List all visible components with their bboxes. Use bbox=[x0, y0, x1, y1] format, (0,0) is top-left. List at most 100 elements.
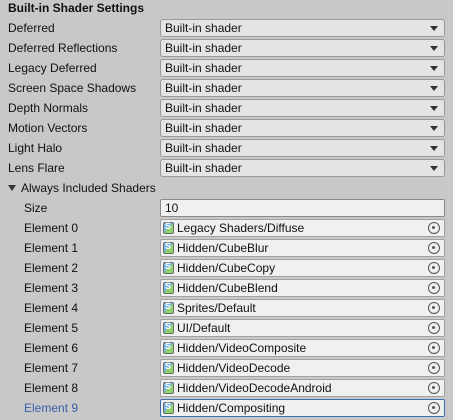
always-included-label: Always Included Shaders bbox=[21, 181, 156, 195]
setting-row: Depth Normals Built-in shader bbox=[8, 98, 447, 118]
dropdown-arrow-icon bbox=[430, 145, 438, 151]
element-label: Element 4 bbox=[24, 301, 79, 315]
object-picker-icon[interactable] bbox=[428, 382, 440, 394]
shader-name: Hidden/CubeBlend bbox=[177, 281, 278, 295]
setting-row: Motion Vectors Built-in shader bbox=[8, 118, 447, 138]
dropdown-value: Built-in shader bbox=[165, 161, 242, 175]
shader-name: Hidden/VideoDecode bbox=[177, 361, 291, 375]
shader-file-icon bbox=[163, 241, 174, 254]
setting-label: Motion Vectors bbox=[8, 121, 88, 135]
dropdown-value: Built-in shader bbox=[165, 21, 242, 35]
dropdown-value: Built-in shader bbox=[165, 101, 242, 115]
object-picker-icon[interactable] bbox=[428, 342, 440, 354]
foldout-triangle-icon[interactable] bbox=[8, 185, 16, 191]
dropdown-arrow-icon bbox=[430, 165, 438, 171]
setting-row: Deferred Built-in shader bbox=[8, 18, 447, 38]
shader-element-row: Element 1 Hidden/CubeBlur bbox=[8, 238, 447, 258]
shader-object-field[interactable]: Sprites/Default bbox=[160, 299, 445, 317]
shader-file-icon bbox=[163, 341, 174, 354]
element-label: Element 3 bbox=[24, 281, 79, 295]
setting-row: Screen Space Shadows Built-in shader bbox=[8, 78, 447, 98]
shader-file-icon bbox=[163, 261, 174, 274]
element-label: Element 6 bbox=[24, 341, 79, 355]
built-in-shader-settings-panel: Built-in Shader Settings Deferred Built-i… bbox=[0, 0, 453, 420]
shader-dropdown[interactable]: Built-in shader bbox=[160, 159, 445, 177]
dropdown-value: Built-in shader bbox=[165, 141, 242, 155]
element-label: Element 5 bbox=[24, 321, 79, 335]
shader-dropdown[interactable]: Built-in shader bbox=[160, 19, 445, 37]
shader-element-row: Element 0 Legacy Shaders/Diffuse bbox=[8, 218, 447, 238]
setting-row: Light Halo Built-in shader bbox=[8, 138, 447, 158]
shader-dropdown[interactable]: Built-in shader bbox=[160, 79, 445, 97]
shader-dropdown[interactable]: Built-in shader bbox=[160, 119, 445, 137]
shader-name: Hidden/CubeCopy bbox=[177, 261, 276, 275]
shader-element-row: Element 3 Hidden/CubeBlend bbox=[8, 278, 447, 298]
shader-object-field[interactable]: Hidden/VideoDecode bbox=[160, 359, 445, 377]
shader-element-row: Element 7 Hidden/VideoDecode bbox=[8, 358, 447, 378]
setting-row: Lens Flare Built-in shader bbox=[8, 158, 447, 178]
shader-name: Hidden/VideoComposite bbox=[177, 341, 307, 355]
shader-dropdown[interactable]: Built-in shader bbox=[160, 59, 445, 77]
always-included-foldout[interactable]: Always Included Shaders bbox=[8, 178, 447, 198]
setting-label: Deferred Reflections bbox=[8, 41, 118, 55]
shader-file-icon bbox=[163, 381, 174, 394]
size-label: Size bbox=[24, 201, 48, 215]
shader-object-field[interactable]: Hidden/VideoComposite bbox=[160, 339, 445, 357]
shader-element-row: Element 9 Hidden/Compositing bbox=[8, 398, 447, 418]
element-label: Element 2 bbox=[24, 261, 79, 275]
shader-object-field[interactable]: Hidden/CubeBlur bbox=[160, 239, 445, 257]
dropdown-arrow-icon bbox=[430, 65, 438, 71]
object-picker-icon[interactable] bbox=[428, 322, 440, 334]
dropdown-value: Built-in shader bbox=[165, 121, 242, 135]
shader-object-field[interactable]: Hidden/CubeCopy bbox=[160, 259, 445, 277]
setting-label: Deferred bbox=[8, 21, 55, 35]
shader-dropdown[interactable]: Built-in shader bbox=[160, 139, 445, 157]
shader-object-field[interactable]: UI/Default bbox=[160, 319, 445, 337]
setting-label: Light Halo bbox=[8, 141, 63, 155]
object-picker-icon[interactable] bbox=[428, 222, 440, 234]
size-value: 10 bbox=[165, 201, 179, 215]
size-row: Size 10 bbox=[8, 198, 447, 218]
shader-object-field[interactable]: Hidden/VideoDecodeAndroid bbox=[160, 379, 445, 397]
shader-element-row: Element 6 Hidden/VideoComposite bbox=[8, 338, 447, 358]
setting-label: Depth Normals bbox=[8, 101, 89, 115]
shader-element-row: Element 5 UI/Default bbox=[8, 318, 447, 338]
dropdown-arrow-icon bbox=[430, 105, 438, 111]
shader-file-icon bbox=[163, 281, 174, 294]
dropdown-arrow-icon bbox=[430, 85, 438, 91]
shader-object-field[interactable]: Hidden/CubeBlend bbox=[160, 279, 445, 297]
object-picker-icon[interactable] bbox=[428, 262, 440, 274]
dropdown-arrow-icon bbox=[430, 45, 438, 51]
element-label: Element 7 bbox=[24, 361, 79, 375]
shader-file-icon bbox=[163, 401, 174, 414]
object-picker-icon[interactable] bbox=[428, 402, 440, 414]
dropdown-arrow-icon bbox=[430, 125, 438, 131]
element-label: Element 1 bbox=[24, 241, 79, 255]
object-picker-icon[interactable] bbox=[428, 282, 440, 294]
object-picker-icon[interactable] bbox=[428, 362, 440, 374]
dropdown-value: Built-in shader bbox=[165, 81, 242, 95]
shader-dropdown[interactable]: Built-in shader bbox=[160, 99, 445, 117]
shader-elements-list: Element 0 Legacy Shaders/Diffuse Element 1… bbox=[8, 218, 447, 418]
shader-object-field[interactable]: Hidden/Compositing bbox=[160, 399, 445, 417]
shader-name: UI/Default bbox=[177, 321, 231, 335]
shader-element-row: Element 4 Sprites/Default bbox=[8, 298, 447, 318]
shader-file-icon bbox=[163, 361, 174, 374]
shader-name: Legacy Shaders/Diffuse bbox=[177, 221, 305, 235]
object-picker-icon[interactable] bbox=[428, 302, 440, 314]
element-label: Element 8 bbox=[24, 381, 79, 395]
section-title: Built-in Shader Settings bbox=[8, 1, 145, 15]
dropdown-value: Built-in shader bbox=[165, 61, 242, 75]
shader-dropdown[interactable]: Built-in shader bbox=[160, 39, 445, 57]
shader-name: Hidden/Compositing bbox=[177, 401, 286, 415]
shader-name: Hidden/VideoDecodeAndroid bbox=[177, 381, 332, 395]
size-input[interactable]: 10 bbox=[160, 199, 445, 217]
element-label: Element 0 bbox=[24, 221, 79, 235]
object-picker-icon[interactable] bbox=[428, 242, 440, 254]
shader-object-field[interactable]: Legacy Shaders/Diffuse bbox=[160, 219, 445, 237]
shader-name: Sprites/Default bbox=[177, 301, 256, 315]
shader-element-row: Element 8 Hidden/VideoDecodeAndroid bbox=[8, 378, 447, 398]
setting-label: Screen Space Shadows bbox=[8, 81, 137, 95]
setting-label: Legacy Deferred bbox=[8, 61, 97, 75]
element-label: Element 9 bbox=[24, 401, 79, 415]
